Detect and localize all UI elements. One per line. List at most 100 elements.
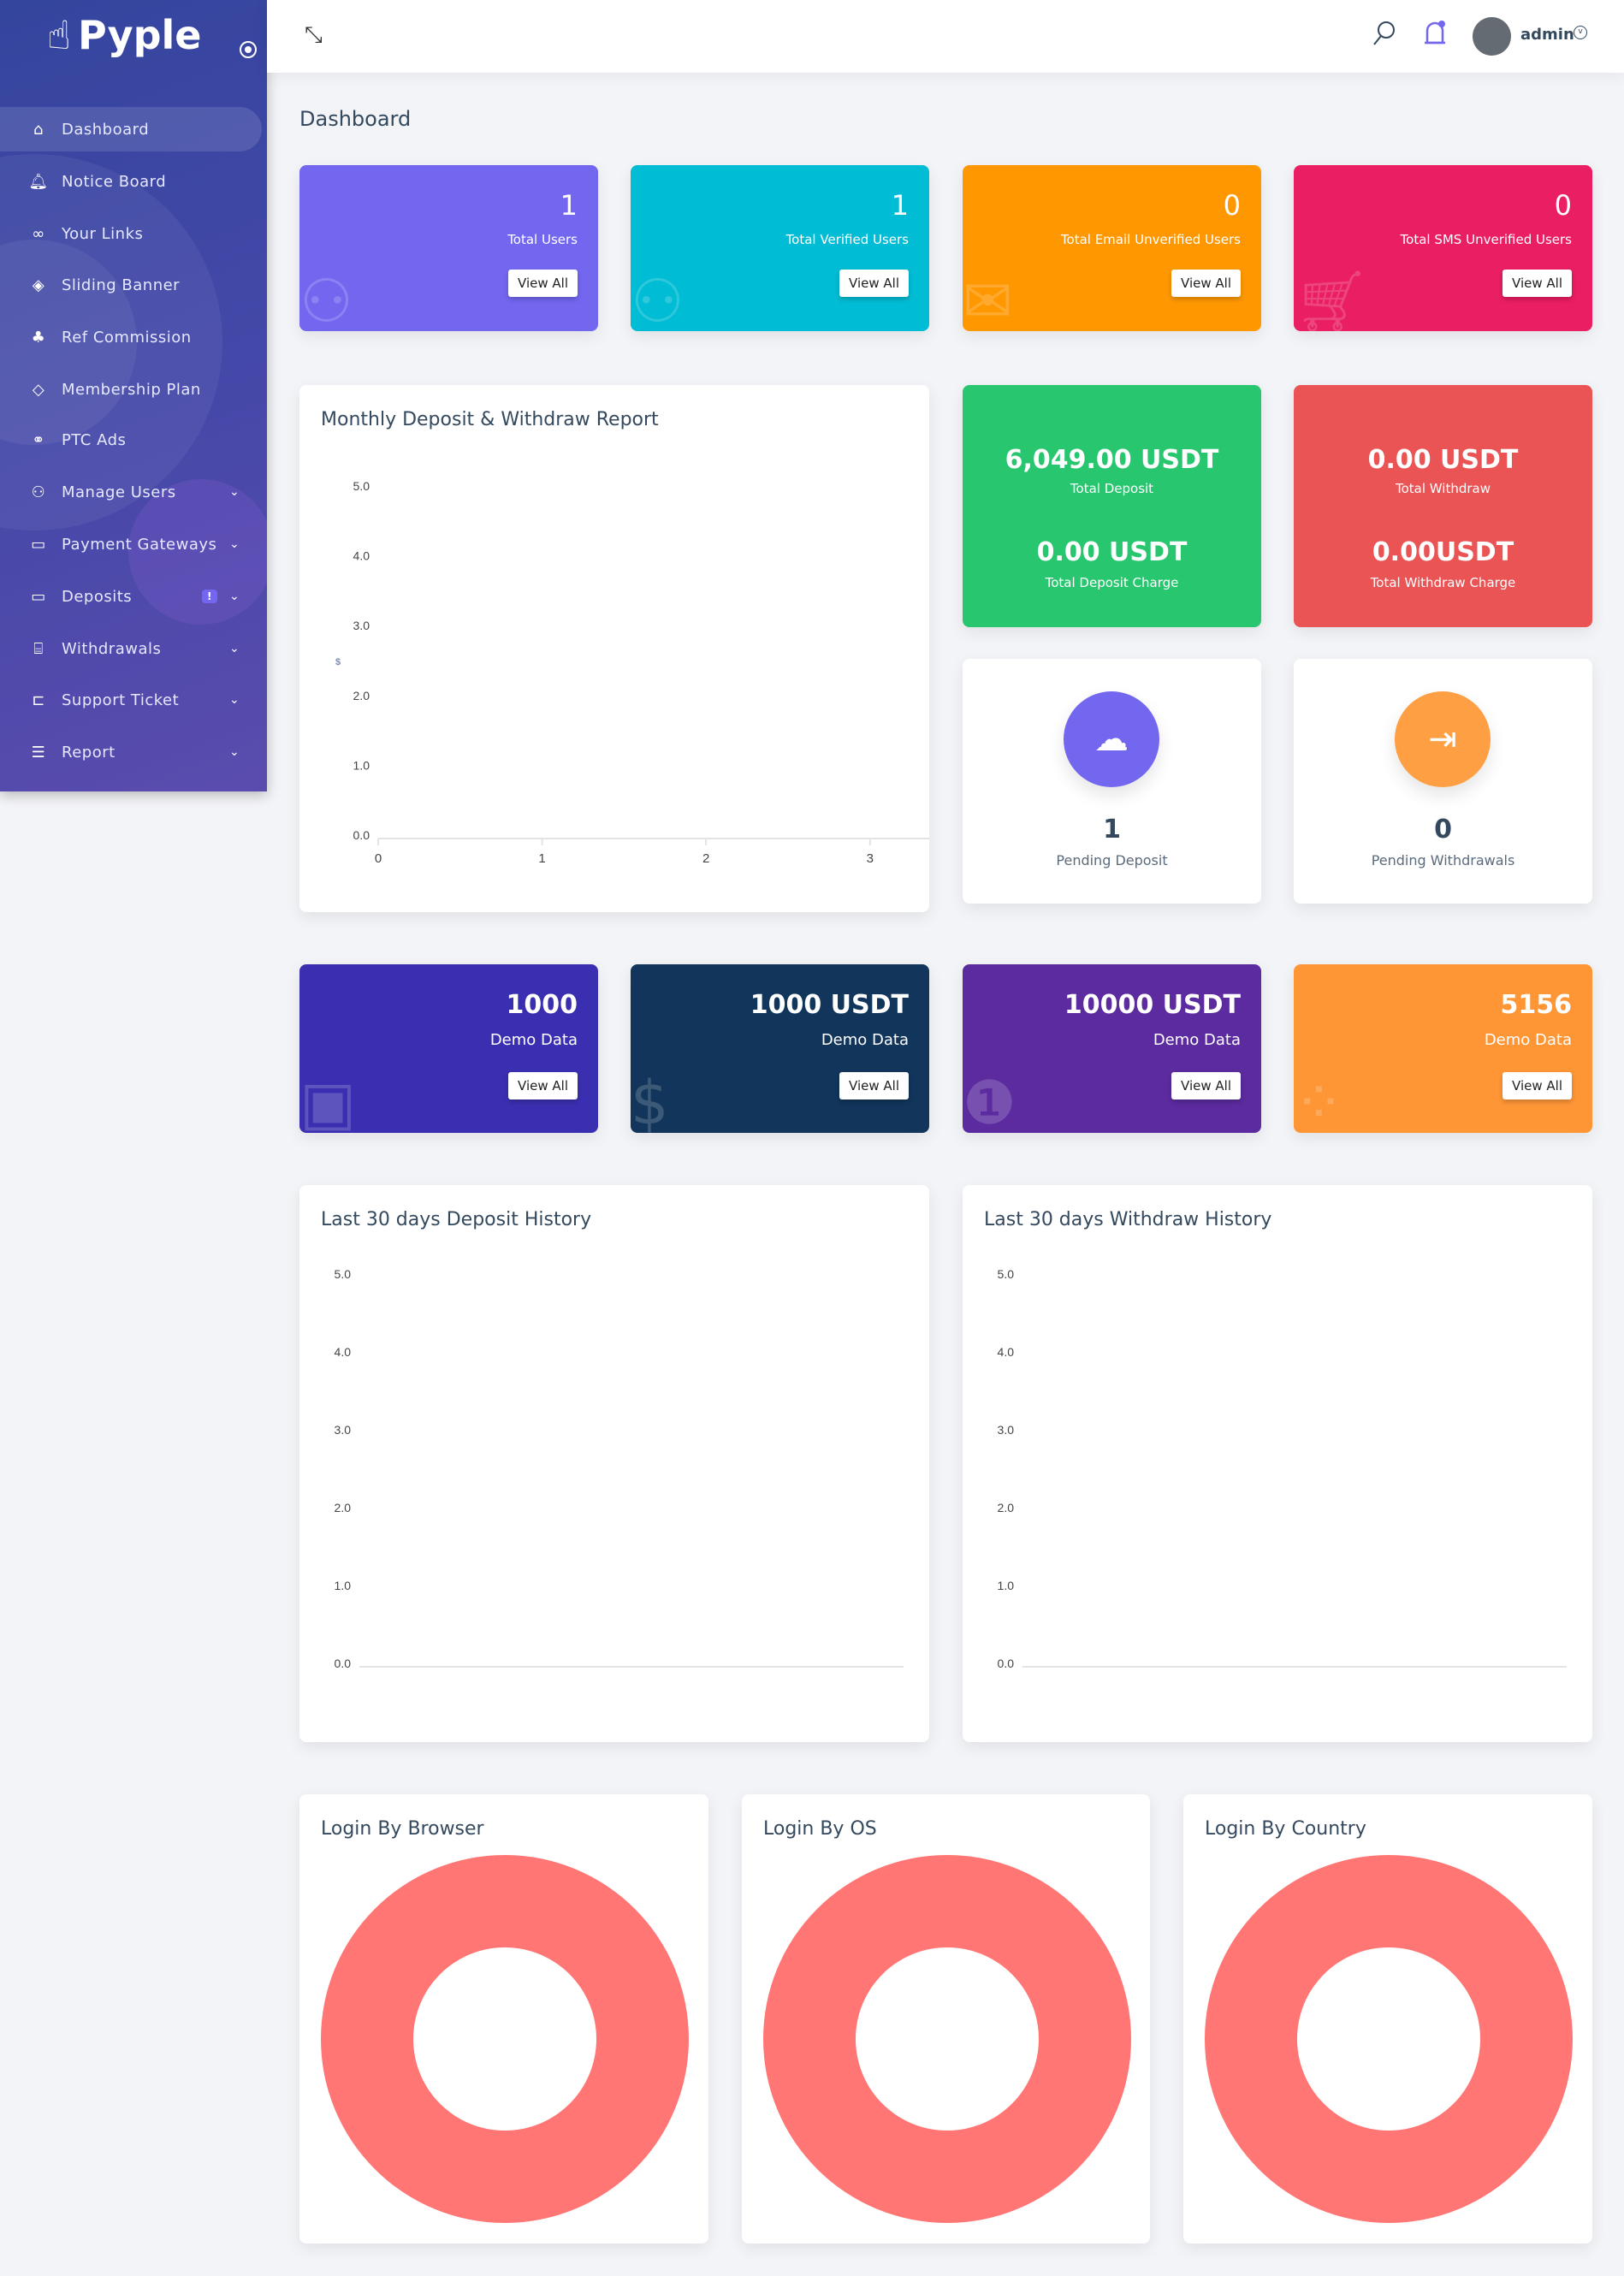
- page-title: Dashboard: [299, 107, 412, 131]
- view-all-button[interactable]: View All: [839, 270, 909, 297]
- total-deposit-value: 6,049.00 USDT: [1005, 445, 1219, 475]
- view-all-button[interactable]: View All: [839, 1072, 909, 1099]
- sidebar-item-notice-board[interactable]: 🔔︎ Notice Board: [0, 159, 262, 204]
- total-withdraw-card: 0.00 USDT Total Withdraw 0.00USDT Total …: [1294, 385, 1592, 627]
- stat-label: Total SMS Unverified Users: [1400, 232, 1572, 247]
- top-card-3: 🛒︎ 0 Total SMS Unverified Users View All: [1294, 165, 1592, 331]
- sidebar-item-ref-commission[interactable]: ♣ Ref Commission: [0, 315, 262, 359]
- y-tick-label: 2.0: [335, 1501, 352, 1514]
- sidebar: ☝ Pyple ⌂ Dashboard 🔔︎ Notice Board ∞ Your Lin…: [0, 0, 267, 791]
- donut-slice: [321, 1855, 689, 2223]
- y-tick-label: 3.0: [998, 1423, 1015, 1437]
- notification-bell-icon[interactable]: [1422, 19, 1448, 53]
- sidebar-item-support-ticket[interactable]: ⊏ Support Ticket ⌄: [0, 678, 262, 722]
- list-icon: ☰: [31, 743, 46, 762]
- sidebar-item-withdrawals[interactable]: ⌸ Withdrawals ⌄: [0, 626, 262, 671]
- users-icon: ⚇: [31, 483, 46, 501]
- login-os-chart: [763, 1855, 1131, 2223]
- total-withdraw-charge-value: 0.00USDT: [1372, 537, 1514, 567]
- user-name[interactable]: admin: [1520, 26, 1574, 44]
- withdraw-history-card: Last 30 days Withdraw History 0.0 1.0 2.0 3…: [963, 1185, 1592, 1742]
- logo[interactable]: ☝ Pyple: [47, 12, 201, 58]
- sidebar-item-dashboard[interactable]: ⌂ Dashboard: [0, 107, 262, 151]
- sidebar-item-label: Notice Board: [62, 172, 167, 191]
- top-card-2: ✉ 0 Total Email Unverified Users View Al…: [963, 165, 1261, 331]
- tag-icon: ◇: [32, 380, 45, 399]
- stat-value: 5156: [1500, 990, 1573, 1020]
- chain-icon: ⚭: [32, 430, 45, 449]
- x-tick-label: 0: [375, 851, 382, 866]
- login-browser-card: Login By Browser: [299, 1794, 708, 2243]
- sidebar-item-ptc-ads[interactable]: ⚭ PTC Ads: [0, 418, 262, 462]
- pending-withdrawals-card[interactable]: ⇥ 0 Pending Withdrawals: [1294, 659, 1592, 904]
- sidebar-item-deposits[interactable]: ▭ Deposits! ⌄: [0, 574, 262, 619]
- pending-deposit-label: Pending Deposit: [1056, 852, 1168, 868]
- y-tick-label: 4.0: [353, 549, 370, 563]
- x-tick-label: 1: [538, 851, 545, 866]
- deposit-history-chart: 0.0 1.0 2.0 3.0 4.0 5.0: [335, 1267, 904, 1670]
- avatar[interactable]: [1473, 17, 1511, 56]
- y-tick-label: 5.0: [353, 479, 370, 493]
- monthly-report-chart: 0.01.02.03.04.05.0012345$: [335, 479, 929, 866]
- x-tick-label: 3: [867, 851, 874, 866]
- sidebar-toggle[interactable]: [240, 41, 257, 58]
- demo-card-1: $ 1000 USDT Demo Data View All: [631, 964, 929, 1133]
- users-icon: ⚇: [631, 266, 685, 331]
- users-icon: ⚇: [299, 266, 353, 331]
- view-all-button[interactable]: View All: [1171, 270, 1241, 297]
- search-icon[interactable]: [1371, 19, 1398, 51]
- stat-label: Demo Data: [1153, 1031, 1241, 1049]
- top-header: ⤡ admin v: [267, 0, 1624, 73]
- hand-pointer-icon: ☝: [47, 12, 72, 58]
- ticket-icon: ⊏: [32, 691, 45, 709]
- pending-withdrawals-label: Pending Withdrawals: [1371, 852, 1515, 868]
- view-all-button[interactable]: View All: [1502, 1072, 1572, 1099]
- envelope-icon: ✉: [963, 266, 1013, 331]
- sidebar-item-payment-gateways[interactable]: ▭ Payment Gateways ⌄: [0, 522, 262, 566]
- x-tick-label: 2: [702, 851, 709, 866]
- bank-icon: ⌸: [33, 639, 44, 658]
- bell-icon: 🔔︎: [28, 172, 49, 191]
- view-all-button[interactable]: View All: [1171, 1072, 1241, 1099]
- withdraw-history-chart: 0.0 1.0 2.0 3.0 4.0 5.0: [998, 1267, 1567, 1670]
- fullscreen-collapse-icon[interactable]: ⤡: [305, 22, 323, 49]
- sidebar-item-report[interactable]: ☰ Report ⌄: [0, 730, 262, 774]
- sign-out-icon: ⇥: [1395, 691, 1491, 787]
- view-all-button[interactable]: View All: [508, 270, 578, 297]
- chevron-down-icon[interactable]: v: [1574, 26, 1587, 39]
- monthly-report-card: Monthly Deposit & Withdraw Report 0.0 1.0…: [299, 385, 929, 912]
- stat-label: Total Users: [507, 232, 578, 247]
- sidebar-item-sliding-banner[interactable]: ◈ Sliding Banner: [0, 263, 262, 307]
- sidebar-item-label: Payment Gateways: [62, 535, 217, 554]
- total-deposit-card: 6,049.00 USDT Total Deposit 0.00 USDT To…: [963, 385, 1261, 627]
- stat-label: Total Email Unverified Users: [1060, 232, 1241, 247]
- y-tick-label: 5.0: [998, 1267, 1015, 1281]
- sidebar-item-label: Withdrawals: [62, 639, 162, 658]
- top-card-1: ⚇ 1 Total Verified Users View All: [631, 165, 929, 331]
- y-tick-label: 3.0: [353, 619, 370, 632]
- cloud-download-icon: ☁: [1064, 691, 1159, 787]
- login-country-card: Login By Country: [1183, 1794, 1592, 2243]
- total-withdraw-label: Total Withdraw: [1395, 481, 1491, 496]
- chevron-down-icon: ⌄: [229, 745, 240, 759]
- demo-card-2: ❶ 10000 USDT Demo Data View All: [963, 964, 1261, 1133]
- pending-withdrawals-value: 0: [1434, 815, 1452, 845]
- y-tick-label: 0.0: [353, 828, 370, 842]
- dots-icon: ⁘: [1294, 1068, 1344, 1133]
- sidebar-item-membership-plan[interactable]: ◇ Membership Plan: [0, 367, 262, 412]
- stat-label: Demo Data: [1484, 1031, 1572, 1049]
- sidebar-item-manage-users[interactable]: ⚇ Manage Users ⌄: [0, 470, 262, 514]
- cart-icon: 🛒︎: [1294, 266, 1370, 331]
- stat-value: 10000 USDT: [1064, 990, 1241, 1020]
- pending-deposit-card[interactable]: ☁ 1 Pending Deposit: [963, 659, 1261, 904]
- sidebar-item-your-links[interactable]: ∞ Your Links: [0, 211, 262, 256]
- credit-card-icon: ▭: [31, 535, 46, 554]
- sidebar-item-label: Membership Plan: [62, 380, 201, 399]
- top-card-0: ⚇ 1 Total Users View All: [299, 165, 598, 331]
- view-all-button[interactable]: View All: [508, 1072, 578, 1099]
- total-deposit-charge-value: 0.00 USDT: [1036, 537, 1188, 567]
- view-all-button[interactable]: View All: [1502, 270, 1572, 297]
- donut-slice: [763, 1855, 1131, 2223]
- sidebar-item-label: Deposits: [62, 587, 133, 606]
- stat-value: 1: [560, 189, 578, 222]
